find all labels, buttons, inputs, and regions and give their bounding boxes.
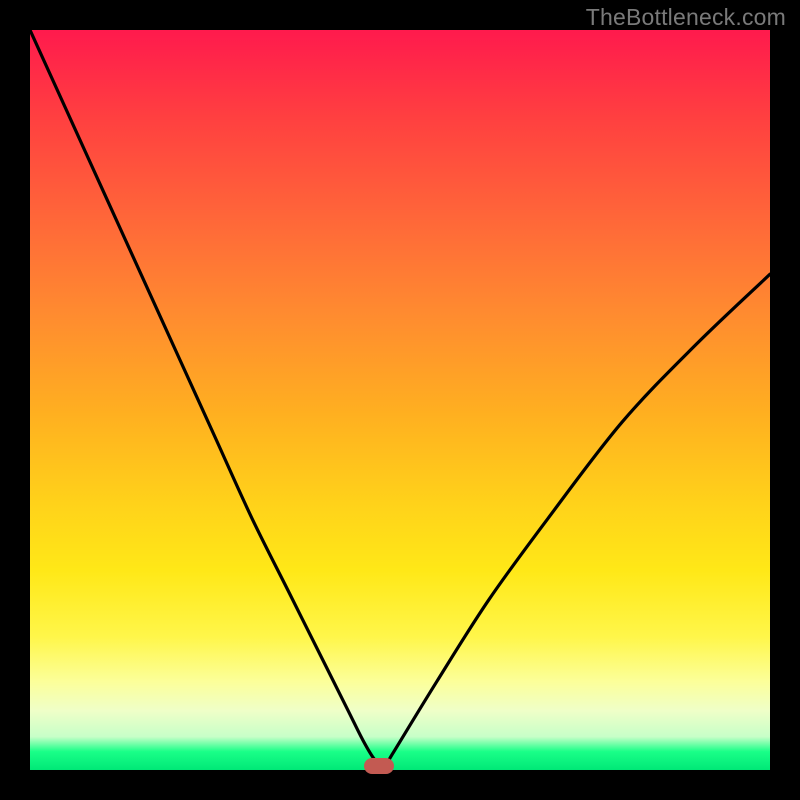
watermark-text: TheBottleneck.com: [586, 4, 786, 31]
bottleneck-curve: [30, 30, 770, 770]
optimum-marker: [364, 758, 394, 774]
chart-frame: TheBottleneck.com: [0, 0, 800, 800]
plot-area: [30, 30, 770, 770]
